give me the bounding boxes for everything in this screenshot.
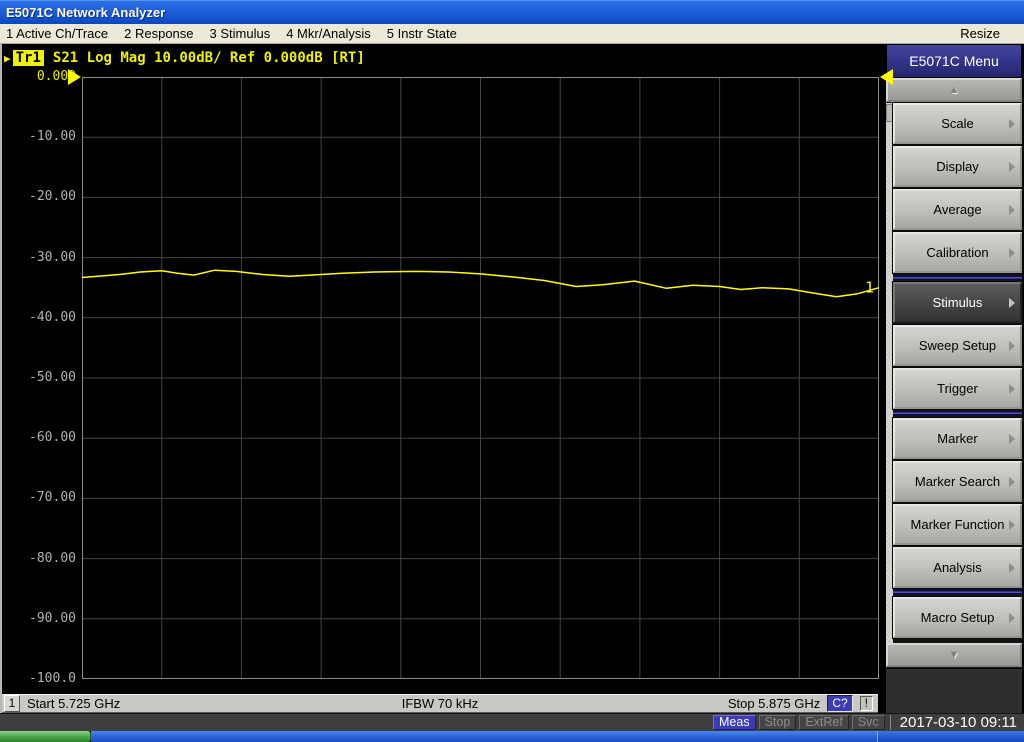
arrow-down-icon: ▼ (948, 649, 960, 661)
menu-button-label: Analysis (933, 560, 982, 575)
chevron-right-icon (1009, 562, 1015, 573)
menu-button-marker[interactable]: Marker (892, 417, 1023, 460)
arrow-up-icon: ▲ (948, 84, 960, 96)
menubar-item-resize[interactable]: Resize (960, 26, 1000, 41)
y-axis-tick-label: -50.00 (29, 370, 76, 385)
datetime-display: 2017-03-10 09:11 (899, 714, 1017, 731)
y-axis-tick-label: -30.00 (29, 249, 76, 265)
channel-status-bar: 1 Start 5.725 GHz IFBW 70 kHz Stop 5.875… (2, 694, 878, 713)
start-frequency-label: Start 5.725 GHz (27, 696, 121, 711)
y-axis-tick-label: -20.00 (29, 189, 76, 205)
menu-button-display[interactable]: Display (892, 145, 1023, 188)
main-row: ▶ Tr1 S21 Log Mag 10.00dB/ Ref 0.000dB [… (0, 44, 1024, 713)
menu-button-calibration[interactable]: Calibration (892, 231, 1023, 274)
chevron-right-icon (1009, 118, 1015, 129)
chevron-right-icon (1009, 161, 1015, 172)
menu-group-separator (893, 411, 1022, 416)
menu-button-label: Marker (937, 431, 978, 446)
system-tray (877, 731, 1024, 742)
menu-button-label: Sweep Setup (918, 338, 997, 353)
y-axis-tick-label: -90.00 (29, 610, 76, 626)
trace-descriptor: S21 Log Mag 10.00dB/ Ref 0.000dB [RT] (52, 50, 365, 66)
window-title: E5071C Network Analyzer (6, 5, 166, 20)
window-titlebar: E5071C Network Analyzer (0, 0, 1024, 24)
calibration-status-badge: C? (827, 695, 853, 712)
y-axis-tick-label: -70.00 (29, 490, 76, 506)
chevron-right-icon (1009, 519, 1015, 530)
trace-name-badge[interactable]: Tr1 (12, 50, 44, 66)
chevron-right-icon (1009, 340, 1015, 351)
channel-number-box: 1 (4, 695, 20, 712)
stop-frequency-label: Stop 5.875 GHz (727, 696, 821, 711)
y-axis-tick-label: -40.00 (29, 309, 76, 325)
trace-number-label: 1 (865, 279, 874, 297)
menu-group-separator (893, 590, 1022, 595)
menu-scroll-down-button[interactable]: ▼ (886, 643, 1022, 667)
menu-button-average[interactable]: Average (892, 188, 1023, 231)
menu-button-label: Calibration (926, 245, 989, 260)
menu-button-scale[interactable]: Scale (892, 102, 1023, 145)
chevron-right-icon (1009, 383, 1015, 394)
meas-status-badge: Meas (713, 715, 756, 730)
instrument-display: ▶ Tr1 S21 Log Mag 10.00dB/ Ref 0.000dB [… (0, 44, 893, 713)
plot-svg: 1 (68, 69, 893, 679)
menubar: 1 Active Ch/Trace 2 Response 3 Stimulus 4 M… (0, 24, 1024, 44)
trace-header: ▶ Tr1 S21 Log Mag 10.00dB/ Ref 0.000dB [… (4, 50, 365, 66)
softkey-menu-header: E5071C Menu (886, 44, 1022, 78)
menu-button-marker-function[interactable]: Marker Function (892, 503, 1023, 546)
menubar-items: 1 Active Ch/Trace 2 Response 3 Stimulus 4 M… (6, 26, 473, 41)
chevron-right-icon (1009, 433, 1015, 444)
menu-group-separator (893, 275, 1022, 280)
softkey-menu-body: Scale Display Average Calibration Stimulus Sw… (886, 102, 1023, 643)
softkey-menu-filler (886, 668, 1022, 713)
menubar-item-5-instr-state[interactable]: 5 Instr State (387, 26, 457, 41)
menu-button-analysis[interactable]: Analysis (892, 546, 1023, 589)
stop-group: Stop 5.875 GHz C? ! (728, 695, 873, 712)
sidebar-buttons: Scale Display Average Calibration Stimulus Sw… (892, 102, 1023, 643)
menu-scroll-up-button[interactable]: ▲ (886, 78, 1022, 102)
menu-button-sweep-setup[interactable]: Sweep Setup (892, 324, 1023, 367)
start-button[interactable] (0, 731, 91, 742)
menu-button-trigger[interactable]: Trigger (892, 367, 1023, 410)
menu-button-marker-search[interactable]: Marker Search (892, 460, 1023, 503)
y-axis-tick-label: -80.00 (29, 550, 76, 566)
menubar-item-4-mkr-analysis[interactable]: 4 Mkr/Analysis (286, 26, 371, 41)
y-axis-tick-label: -10.00 (29, 129, 76, 145)
softkey-menu: E5071C Menu ▲ Scale Display Average Calibra… (886, 44, 1023, 713)
menu-button-label: Trigger (937, 381, 978, 396)
menu-button-label: Scale (941, 116, 974, 131)
warning-badge: ! (859, 696, 873, 711)
menu-button-label: Display (936, 159, 979, 174)
menu-button-macro-setup[interactable]: Macro Setup (892, 596, 1023, 639)
menubar-item-2-response[interactable]: 2 Response (124, 26, 193, 41)
svc-status-badge: Svc (851, 715, 885, 730)
chevron-right-icon (1009, 612, 1015, 623)
chevron-right-icon (1009, 204, 1015, 215)
menubar-item-3-stimulus[interactable]: 3 Stimulus (210, 26, 271, 41)
taskbar-strip (91, 731, 877, 742)
menu-scrollbar[interactable] (886, 103, 893, 643)
extref-status-badge: ExtRef (799, 715, 849, 730)
status-divider (889, 715, 891, 730)
menu-scrollbar-thumb[interactable] (886, 104, 893, 122)
menubar-item-1-active-ch-trace[interactable]: 1 Active Ch/Trace (6, 26, 108, 41)
menu-button-label: Marker Search (914, 474, 1001, 489)
instrument-status-bar: Meas Stop ExtRef Svc 2017-03-10 09:11 (0, 713, 1024, 731)
y-axis-tick-label: -100.0 (29, 671, 76, 686)
menu-button-label: Marker Function (910, 517, 1005, 532)
os-taskbar (0, 731, 1024, 742)
menu-button-label: Macro Setup (920, 610, 995, 625)
menu-button-label: Average (933, 202, 982, 217)
menu-button-label: Stimulus (932, 295, 983, 310)
y-axis-tick-label: -60.00 (29, 430, 76, 446)
stop-status-badge: Stop (758, 715, 797, 730)
y-axis-tick-label: 0.000 (36, 69, 76, 84)
chevron-right-icon (1009, 297, 1015, 308)
chevron-right-icon (1009, 476, 1015, 487)
active-trace-arrow-icon: ▶ (4, 51, 11, 65)
menu-button-stimulus[interactable]: Stimulus (892, 281, 1023, 324)
chevron-right-icon (1009, 247, 1015, 258)
